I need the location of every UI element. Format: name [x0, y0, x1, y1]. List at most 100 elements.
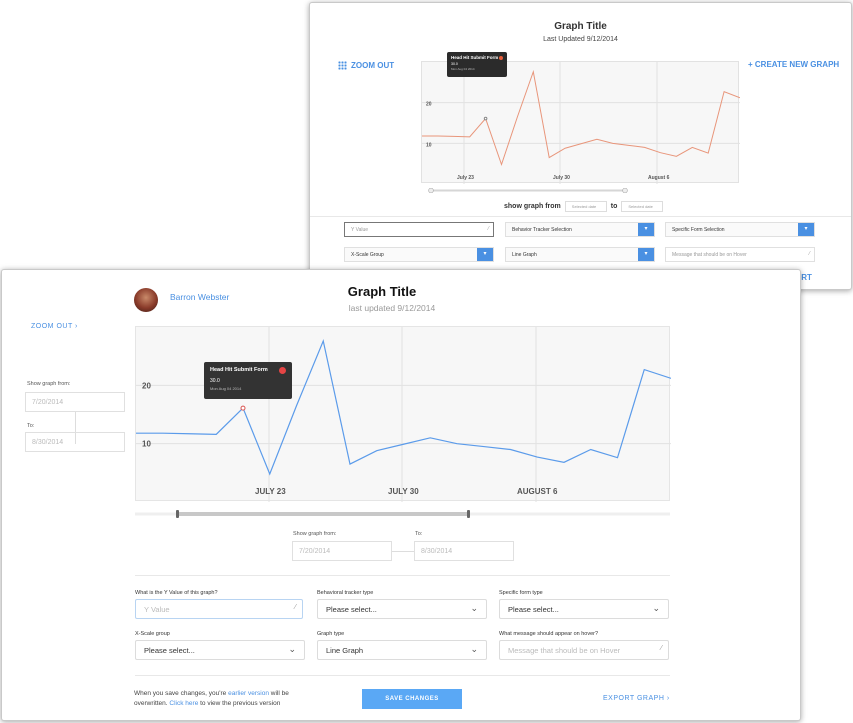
back-last-updated: Last Updated 9/12/2014	[543, 36, 618, 43]
main-chart: 20 10 JULY 23 JULY 30 AUGUST 6	[135, 326, 672, 502]
back-tooltip: Head Hit Submit Form 30.0 Mon Aug 04 201…	[447, 52, 507, 77]
zoom-out-button[interactable]: ZOOM OUT ›	[31, 323, 78, 330]
range-from-date-input[interactable]: 7/20/2014	[292, 541, 392, 561]
pencil-icon: ⁄	[488, 226, 489, 232]
back-chart: 20 10 July 23 July 30 August 6	[421, 61, 741, 184]
chevron-down-icon: ⌄	[470, 644, 478, 654]
tooltip-dot	[279, 367, 286, 374]
back-behavior-value: Behavior Tracker Selection	[512, 227, 572, 233]
side-show-from-label: Show graph from:	[27, 381, 71, 387]
x-tick-label: July 23	[457, 175, 474, 181]
pencil-icon: ⁄	[294, 604, 296, 611]
front-graph-window: Barron Webster Graph Title last updated …	[1, 269, 801, 721]
main-chart-svg: 20 10 JULY 23 JULY 30 AUGUST 6	[136, 327, 672, 502]
back-show-from-label: show graph from	[504, 203, 561, 210]
caret-down-icon: ▾	[477, 248, 493, 261]
x-tick-label: July 30	[553, 175, 570, 181]
data-point-hovered	[483, 116, 488, 121]
hover-label: What message should appear on hover?	[499, 631, 599, 637]
tooltip-title: Head Hit Submit Form	[210, 367, 268, 373]
hover-placeholder: Message that should be on Hover	[508, 646, 621, 655]
back-specific-value: Specific Form Selection	[672, 227, 725, 233]
page-title: Graph Title	[347, 284, 417, 299]
data-point-hovered	[240, 405, 246, 411]
y-value-placeholder: Y Value	[144, 605, 170, 614]
range-date-connector	[392, 551, 414, 552]
y-tick-label: 10	[426, 142, 432, 148]
back-to-label: to	[610, 203, 618, 210]
x-tick-label: JULY 30	[388, 487, 419, 496]
grid-icon	[338, 61, 347, 70]
back-zoom-out-button[interactable]: ZOOM OUT	[338, 61, 394, 70]
y-tick-label: 20	[142, 381, 151, 390]
range-slider[interactable]	[135, 510, 670, 518]
save-changes-button[interactable]: SAVE CHANGES	[362, 689, 462, 709]
back-range-slider[interactable]	[428, 188, 628, 193]
back-from-date-input[interactable]: Selected date	[564, 201, 607, 212]
back-y-value-input[interactable]: Y Value ⁄	[344, 222, 494, 237]
specific-value: Please select...	[508, 605, 559, 614]
back-behavior-select[interactable]: Behavior Tracker Selection ▾	[505, 222, 655, 237]
xscale-select[interactable]: Please select... ⌄	[135, 640, 305, 660]
x-tick-label: August 6	[648, 175, 670, 181]
slider-handle-left	[176, 510, 179, 518]
back-graph-window: Graph Title Last Updated 9/12/2014 ZOOM …	[309, 2, 852, 290]
save-note-text-c: to view the previous version	[198, 700, 281, 707]
back-xscale-value: X-Scale Group	[351, 252, 384, 258]
chevron-down-icon: ⌄	[288, 644, 296, 654]
x-tick-label: AUGUST 6	[517, 487, 558, 496]
x-tick-label: JULY 23	[255, 487, 286, 496]
chevron-down-icon: ⌄	[652, 603, 660, 613]
graph-type-value: Line Graph	[326, 646, 364, 655]
earlier-version-link[interactable]: earlier version	[228, 690, 269, 697]
back-specific-select[interactable]: Specific Form Selection ▾	[665, 222, 815, 237]
range-to-label: To:	[415, 531, 423, 537]
back-tooltip-dot	[499, 56, 503, 60]
specific-select[interactable]: Please select... ⌄	[499, 599, 669, 619]
side-to-label: To:	[27, 423, 35, 429]
click-here-link[interactable]: Click here	[169, 700, 198, 707]
back-divider	[310, 216, 851, 217]
caret-down-icon: ▾	[798, 223, 814, 236]
series-line	[136, 338, 672, 476]
y-value-label: What is the Y Value of this graph?	[135, 590, 218, 596]
slider-handle-right	[467, 510, 470, 518]
y-tick-label: 20	[426, 102, 432, 108]
back-hover-input[interactable]: Message that should be on Hover ⁄	[665, 247, 815, 262]
pencil-icon: ⁄	[809, 251, 810, 257]
chevron-down-icon: ⌄	[470, 603, 478, 613]
xscale-value: Please select...	[144, 646, 195, 655]
back-zoom-label: ZOOM OUT	[351, 61, 395, 70]
y-value-input[interactable]: Y Value ⁄	[135, 599, 303, 619]
form-divider-top	[135, 575, 670, 576]
back-tooltip-date: Mon Aug 04 2014	[451, 67, 475, 71]
side-from-date-input[interactable]: 7/20/2014	[25, 392, 125, 412]
form-divider-bottom	[135, 675, 670, 676]
behavior-label: Behavioral tracker type	[317, 590, 374, 596]
back-chart-svg: 20 10 July 23 July 30 August 6	[422, 62, 741, 184]
last-updated: last updated 9/12/2014	[348, 303, 436, 313]
export-graph-button[interactable]: EXPORT GRAPH ›	[603, 695, 670, 702]
back-xscale-select[interactable]: X-Scale Group ▾	[344, 247, 494, 262]
hover-input[interactable]: Message that should be on Hover ⁄	[499, 640, 669, 660]
behavior-value: Please select...	[326, 605, 377, 614]
tooltip-date: Mon Aug 04 2014	[210, 386, 242, 391]
behavior-select[interactable]: Please select... ⌄	[317, 599, 487, 619]
create-new-graph-button[interactable]: + CREATE NEW GRAPH	[748, 60, 839, 69]
back-graph-title: Graph Title	[554, 21, 607, 32]
back-graph-type-select[interactable]: Line Graph ▾	[505, 247, 655, 262]
y-tick-label: 10	[142, 440, 151, 449]
save-note-text-a: When you save changes, you're	[134, 690, 229, 697]
back-graph-type-value: Line Graph	[512, 252, 537, 258]
side-to-date-input[interactable]: 8/30/2014	[25, 432, 125, 452]
graph-type-label: Graph type	[317, 631, 345, 637]
caret-down-icon: ▾	[638, 223, 654, 236]
back-to-date-input[interactable]: Selected date	[621, 201, 664, 212]
range-to-date-input[interactable]: 8/30/2014	[414, 541, 514, 561]
chart-tooltip: Head Hit Submit Form 30.0 Mon Aug 04 201…	[204, 362, 292, 399]
graph-type-select[interactable]: Line Graph ⌄	[317, 640, 487, 660]
back-date-range: show graph from Selected date to Selecte…	[504, 201, 664, 212]
tooltip-value: 30.0	[210, 378, 220, 384]
range-show-from-label: Show graph from:	[293, 531, 337, 537]
pencil-icon: ⁄	[660, 645, 662, 652]
